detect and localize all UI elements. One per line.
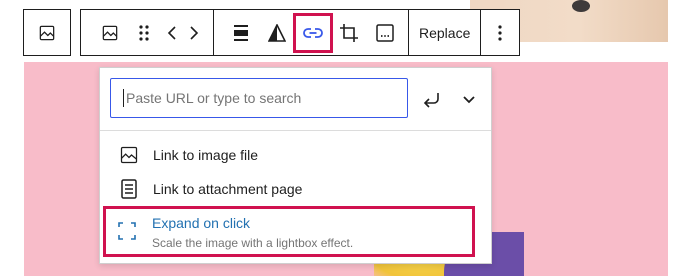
duotone-icon: [268, 23, 286, 42]
link-icon: [303, 27, 323, 38]
enter-return-icon: [423, 93, 439, 108]
toolbar-group-block: [80, 9, 214, 56]
link-to-attachment-page[interactable]: Link to attachment page: [100, 172, 491, 206]
more-vertical-icon: [498, 24, 502, 41]
toolbar-group-tools: [214, 9, 409, 56]
move-left-button[interactable]: [161, 16, 183, 50]
move-right-button[interactable]: [183, 16, 205, 50]
link-popover: Paste URL or type to search Link to imag…: [99, 67, 492, 264]
image-detail: [572, 0, 590, 12]
block-toolbar: Replace: [23, 9, 521, 56]
toolbar-group-replace: Replace: [409, 9, 482, 56]
link-to-image-file-label: Link to image file: [153, 147, 259, 163]
link-to-image-file[interactable]: Link to image file: [100, 138, 491, 172]
caption-button[interactable]: [368, 16, 402, 50]
url-search-placeholder: Paste URL or type to search: [126, 90, 302, 106]
link-options-toggle[interactable]: [455, 84, 483, 116]
chevron-down-icon: [463, 96, 475, 104]
link-to-attachment-page-label: Link to attachment page: [153, 181, 303, 197]
expand-on-click-title: Expand on click: [152, 215, 251, 231]
expand-on-click-description: Scale the image with a lightbox effect.: [152, 236, 354, 250]
link-button[interactable]: [293, 12, 333, 53]
url-search-row: Paste URL or type to search: [100, 68, 491, 131]
crop-button[interactable]: [332, 16, 366, 50]
image-icon: [39, 25, 55, 40]
duotone-button[interactable]: [260, 16, 294, 50]
url-search-input[interactable]: Paste URL or type to search: [110, 78, 408, 118]
chevron-right-icon: [190, 25, 199, 40]
submit-link-button[interactable]: [416, 84, 448, 116]
toolbar-group-more: [481, 9, 521, 56]
chevron-left-icon: [167, 25, 176, 40]
select-parent-button[interactable]: [30, 16, 64, 50]
caption-icon: [376, 23, 394, 42]
align-wide-icon: [234, 24, 248, 41]
page-icon: [118, 178, 140, 200]
drag-handle-icon: [139, 24, 149, 41]
image-icon: [102, 25, 118, 40]
more-options-button[interactable]: [489, 16, 511, 50]
crop-icon: [340, 23, 358, 42]
toolbar-group-parent: [23, 9, 71, 56]
fullscreen-icon: [116, 220, 138, 242]
image-icon: [118, 144, 140, 166]
text-caret: [123, 89, 124, 107]
align-button[interactable]: [224, 16, 258, 50]
drag-handle-button[interactable]: [127, 16, 161, 50]
change-block-type-button[interactable]: [93, 16, 127, 50]
replace-button[interactable]: Replace: [419, 25, 470, 41]
